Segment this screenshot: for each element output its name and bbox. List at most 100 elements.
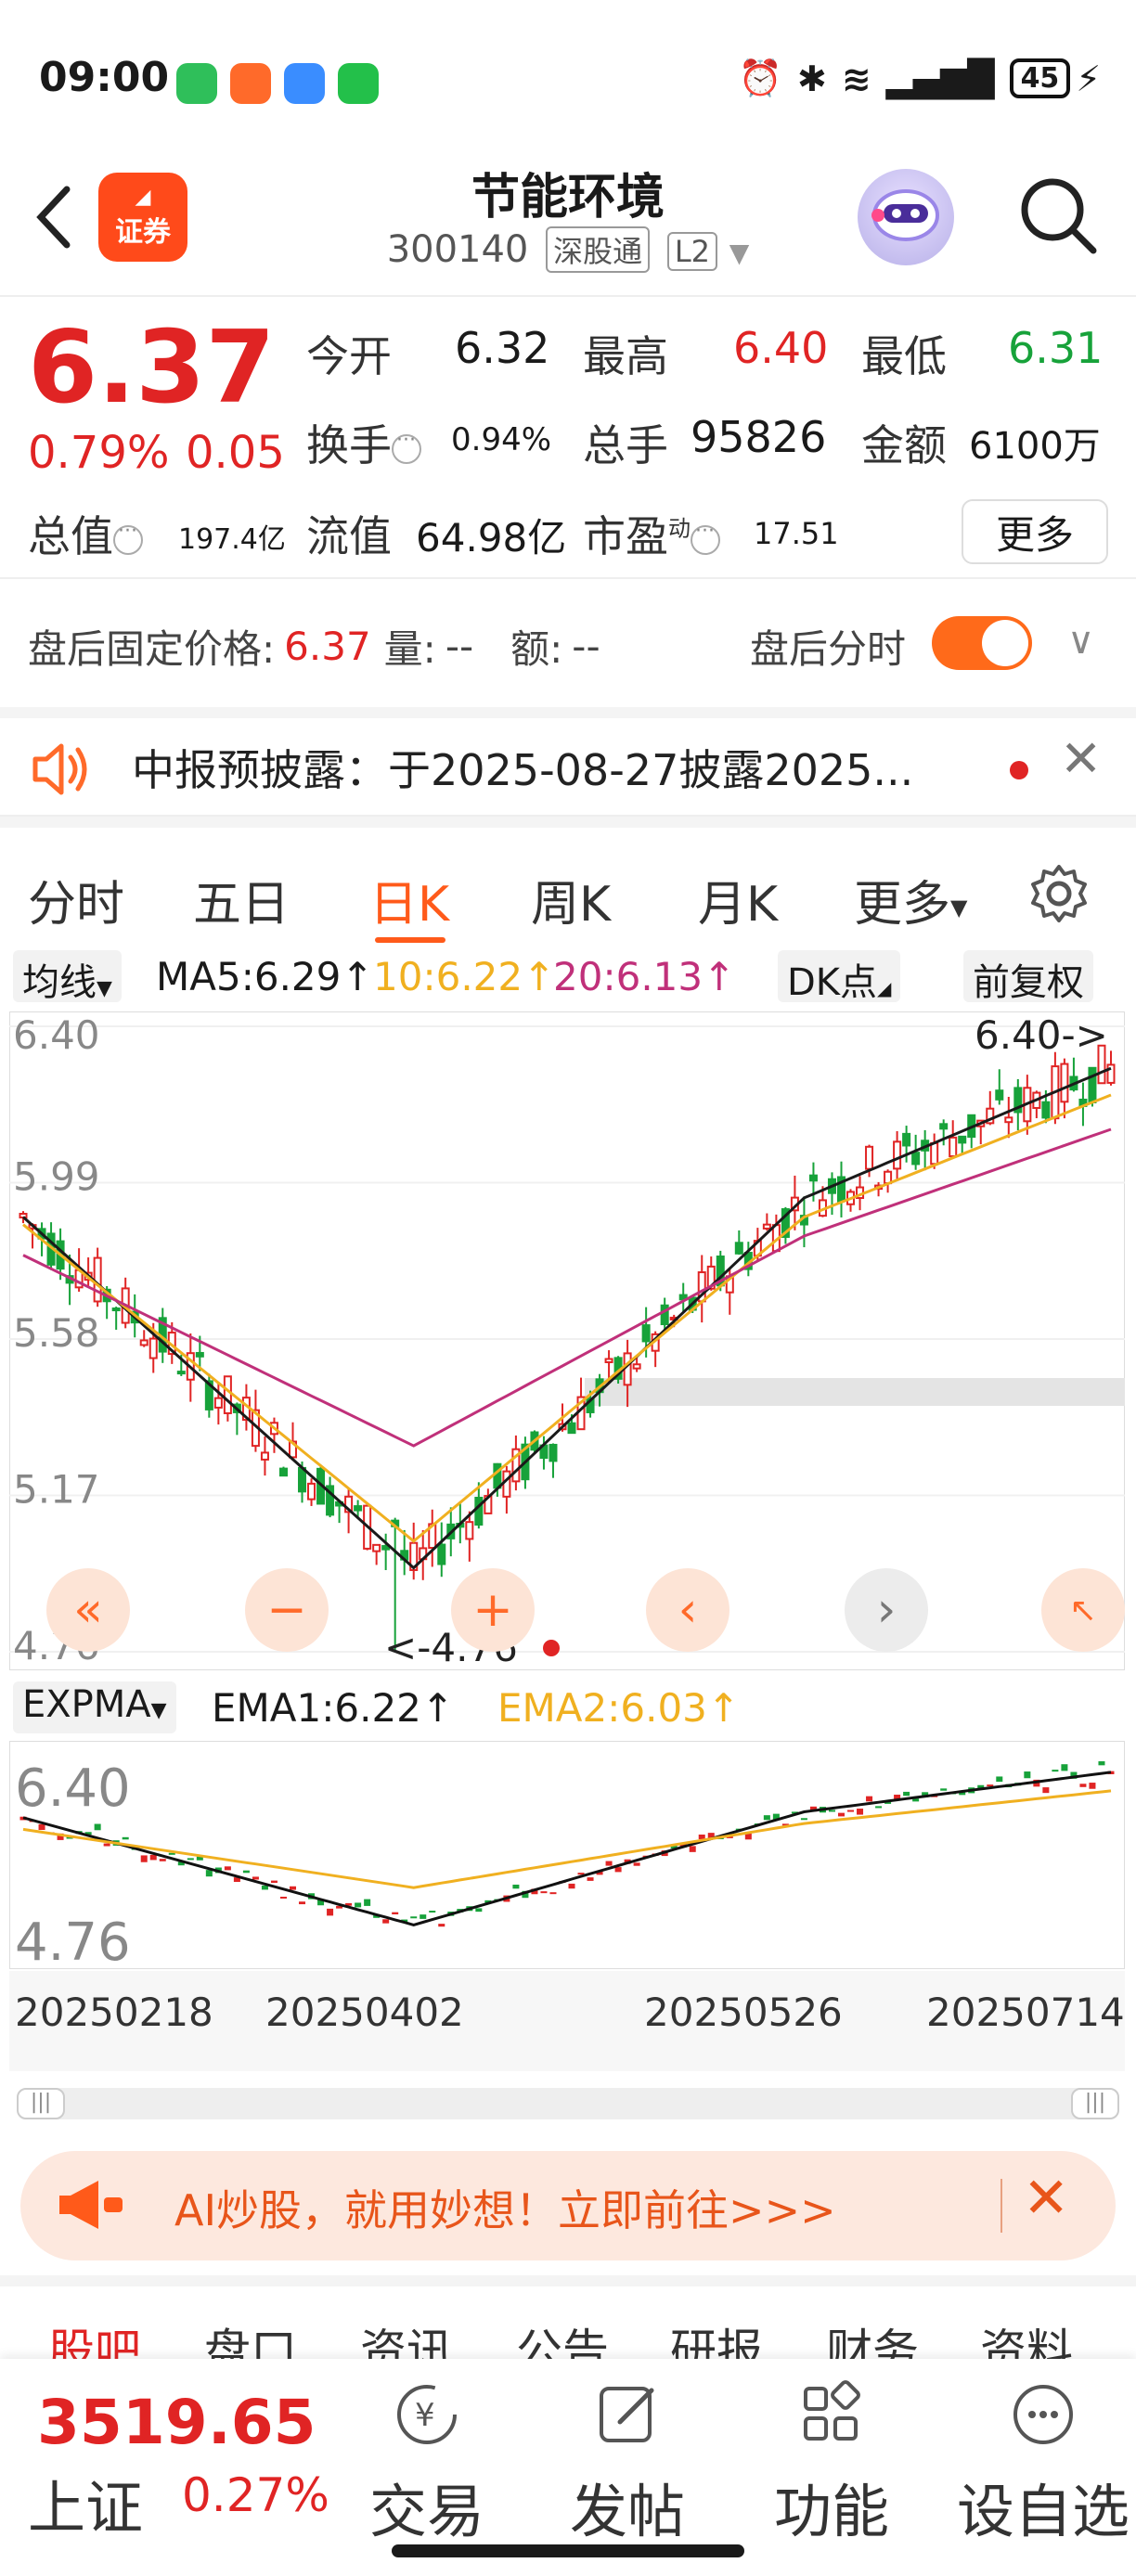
scroll-right-button[interactable]: ›: [845, 1568, 928, 1652]
turnover-value: 0.94%: [451, 421, 552, 458]
sub-y-tick: 6.40: [15, 1758, 131, 1819]
sub-candle: [159, 1859, 166, 1861]
post-button[interactable]: 发帖: [544, 2377, 711, 2548]
dk-point-button[interactable]: DK点◢: [778, 950, 901, 1004]
change-value: 0.05: [186, 427, 285, 479]
ema2-legend: EMA2:6.03↑: [497, 1685, 741, 1731]
sub-candle: [800, 1818, 807, 1821]
volume-value: 95826: [691, 412, 827, 462]
after-hours-toggle[interactable]: [932, 616, 1032, 670]
svg-text:¥: ¥: [415, 2397, 435, 2434]
signal-icon: ▂▄▆█: [885, 58, 995, 99]
candle-body: [995, 1089, 1004, 1101]
sub-candle: [38, 1823, 45, 1831]
tab-pankou[interactable]: 盘口: [204, 2314, 297, 2359]
info-icon[interactable]: [113, 520, 143, 555]
close-icon[interactable]: ✕: [1060, 729, 1102, 788]
index-value[interactable]: 3519.65: [37, 2387, 316, 2458]
chart-toolbar: 均线▼ MA5:6.29↑ 10:6.22↑ 20:6.13↑ DK点◢ 前复权: [0, 947, 1136, 1004]
candle-body: [911, 1152, 921, 1166]
y-tick-label: 5.99: [13, 1154, 100, 1200]
tab-announcements[interactable]: 公告: [516, 2314, 609, 2359]
candle-body: [604, 1358, 613, 1364]
home-indicator[interactable]: [392, 2544, 744, 2557]
fullscreen-icon[interactable]: ↖: [1041, 1568, 1125, 1652]
chart-range-scrollbar[interactable]: ||| |||: [17, 2088, 1119, 2119]
tab-monthly-k[interactable]: 月K: [698, 865, 778, 934]
app-notification-icon: [176, 63, 217, 104]
tab-intraday[interactable]: 分时: [28, 865, 124, 934]
tab-finance[interactable]: 财务: [826, 2314, 919, 2359]
indicator-select[interactable]: 均线▼: [13, 950, 122, 1004]
sub-candle: [392, 1912, 399, 1915]
adjust-select[interactable]: 前复权: [963, 950, 1093, 1004]
trade-button[interactable]: ¥ 交易: [343, 2377, 510, 2548]
search-icon[interactable]: [1015, 173, 1099, 256]
zoom-in-button[interactable]: +: [451, 1568, 535, 1652]
sub-candle: [410, 1916, 418, 1919]
zoom-out-button[interactable]: −: [245, 1568, 329, 1652]
candle-body: [437, 1543, 446, 1565]
tab-weekly-k[interactable]: 周K: [531, 865, 611, 934]
expma-chart[interactable]: 6.40 4.76: [9, 1741, 1125, 1969]
sub-candle: [1042, 1787, 1050, 1794]
battery-icon: 45: [1009, 58, 1071, 98]
date-tick: 20250402: [265, 1990, 464, 2035]
yuan-exchange-icon: ¥: [397, 2385, 457, 2444]
ai-promo-banner[interactable]: AI炒股，就用妙想！立即前往>>> ✕: [20, 2151, 1116, 2260]
candle-body: [865, 1145, 874, 1170]
candle-body: [139, 1339, 148, 1346]
after-hours-vol-label: 量:: [383, 626, 436, 672]
candle-body: [1060, 1063, 1069, 1103]
chevron-down-icon[interactable]: ∨: [1067, 620, 1094, 663]
more-quote-button[interactable]: 更多: [962, 499, 1108, 564]
notice-bar[interactable]: 中报预披露：于2025-08-27披露2025... ✕: [0, 707, 1136, 817]
sub-candle: [996, 1776, 1003, 1783]
tab-news[interactable]: 资讯: [360, 2314, 453, 2359]
tab-daily-k[interactable]: 日K: [369, 865, 449, 934]
ai-assistant-icon[interactable]: [858, 169, 954, 265]
status-icons: ⏰ ✱ ≋ ▂▄▆█ 45 ⚡: [739, 58, 1101, 99]
wifi-icon: ≋: [841, 58, 871, 99]
close-icon[interactable]: ✕: [1023, 2166, 1069, 2231]
functions-label: 功能: [773, 2478, 889, 2545]
charging-icon: ⚡: [1076, 58, 1101, 99]
index-name[interactable]: 上证: [28, 2461, 143, 2544]
scroll-far-left-button[interactable]: «: [46, 1568, 130, 1652]
functions-button[interactable]: 功能: [748, 2377, 915, 2548]
candle-body: [502, 1470, 511, 1498]
tab-profile[interactable]: 资料: [980, 2314, 1073, 2359]
after-hours-vol: --: [445, 624, 474, 669]
candle-body: [148, 1337, 158, 1359]
range-end-handle[interactable]: |||: [1071, 2088, 1119, 2119]
ma5-legend: MA5:6.29↑: [156, 954, 374, 999]
add-watchlist-button[interactable]: 设自选: [950, 2377, 1136, 2548]
sub-candle: [763, 1815, 770, 1821]
sub-indicator-select[interactable]: EXPMA▼: [13, 1681, 176, 1733]
info-icon[interactable]: [392, 429, 421, 464]
scroll-left-button[interactable]: ‹: [646, 1568, 729, 1652]
candle-body: [549, 1443, 558, 1462]
float-label: 流值: [306, 511, 392, 561]
amount-value: 6100万: [969, 425, 1101, 468]
turnover-label: 换手: [306, 412, 421, 473]
range-start-handle[interactable]: |||: [17, 2088, 65, 2119]
gear-icon[interactable]: [1026, 861, 1091, 926]
tab-five-day[interactable]: 五日: [193, 865, 290, 934]
info-icon[interactable]: [691, 520, 720, 555]
candle-body: [567, 1422, 576, 1435]
sub-candle: [261, 1885, 268, 1890]
candle-body: [354, 1505, 363, 1512]
sub-candle: [614, 1867, 622, 1873]
candle-body: [949, 1136, 958, 1158]
tab-guba[interactable]: 股吧: [48, 2314, 141, 2359]
high-value: 6.40: [733, 323, 829, 373]
low-value: 6.31: [1008, 323, 1104, 373]
broker-logo[interactable]: ◢ 证券: [98, 173, 187, 262]
back-arrow-icon[interactable]: [28, 180, 84, 254]
tab-research[interactable]: 研报: [670, 2314, 763, 2359]
sub-candle: [1089, 1783, 1096, 1789]
tab-more[interactable]: 更多▼: [854, 865, 967, 934]
sub-candle: [1052, 1770, 1059, 1772]
sub-candle: [1079, 1784, 1087, 1787]
